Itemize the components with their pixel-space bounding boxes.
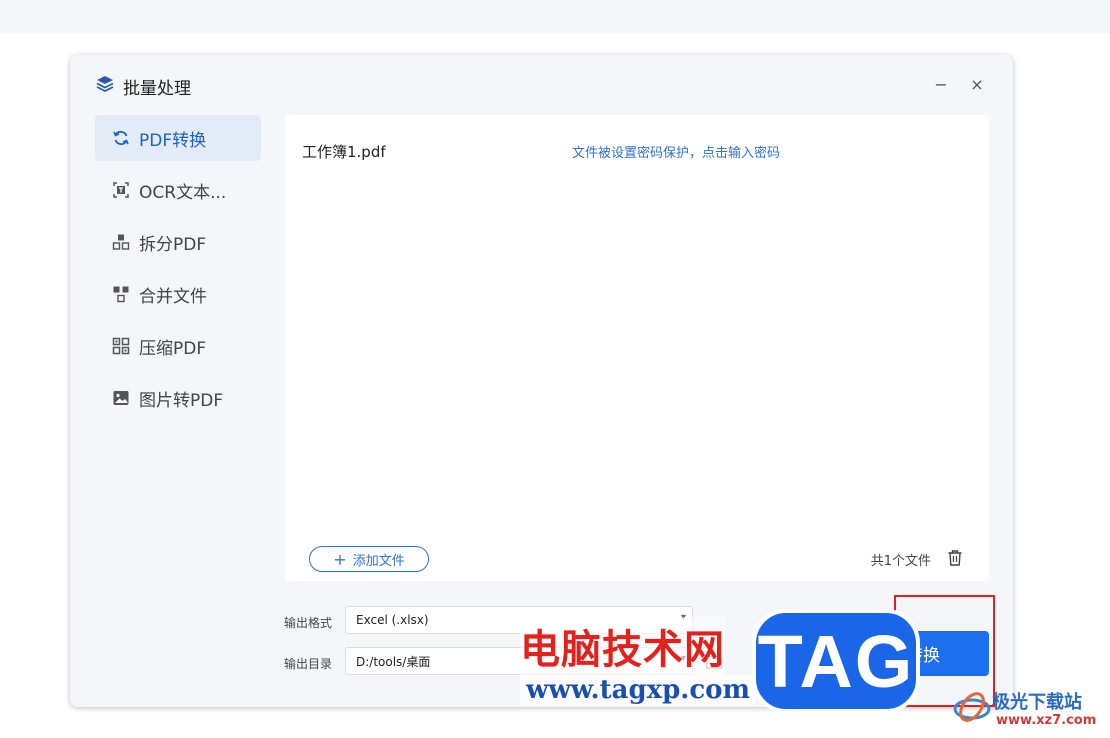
site-logo-icon: [952, 687, 992, 727]
file-name: 工作簿1.pdf: [302, 143, 386, 161]
ocr-text-icon: [111, 180, 131, 200]
close-button[interactable]: ×: [966, 73, 988, 95]
split-icon: [111, 232, 131, 252]
compress-icon: [111, 336, 131, 356]
add-file-button[interactable]: + 添加文件: [309, 546, 429, 572]
output-dir-value: D:/tools/桌面: [356, 654, 431, 669]
sidebar-item-label: 拆分PDF: [139, 234, 207, 255]
sidebar-item-label: 合并文件: [139, 286, 207, 307]
sidebar-item-ocr[interactable]: OCR文本...: [95, 167, 261, 213]
sidebar-item-label: 压缩PDF: [139, 338, 207, 359]
image-icon: [111, 388, 131, 408]
site-url: www.xz7.com: [996, 713, 1097, 728]
watermark-url: www.tagxp.com: [520, 675, 757, 705]
sidebar-item-label: OCR文本...: [139, 182, 227, 203]
sidebar-item-image-to-pdf[interactable]: 图片转PDF: [95, 375, 261, 421]
password-prompt-link[interactable]: 文件被设置密码保护，点击输入密码: [572, 142, 780, 161]
refresh-icon: [111, 128, 131, 148]
sidebar-item-pdf-convert[interactable]: PDF转换: [95, 115, 261, 161]
minimize-button[interactable]: −: [930, 73, 952, 95]
dialog-title: 批量处理: [123, 78, 191, 99]
sidebar-item-merge[interactable]: 合并文件: [95, 271, 261, 317]
sidebar-item-label: 图片转PDF: [139, 390, 224, 411]
plus-icon: +: [333, 549, 347, 569]
file-count: 共1个文件: [870, 554, 931, 569]
trash-icon[interactable]: [947, 549, 963, 567]
top-bar: [0, 0, 1110, 33]
site-name: 极光下载站: [992, 692, 1082, 713]
file-list-panel: 工作簿1.pdf 文件被设置密码保护，点击输入密码 + 添加文件 共1个文件: [285, 115, 989, 581]
add-file-label: 添加文件: [352, 553, 405, 569]
dialog-title-row: 批量处理: [95, 74, 191, 99]
merge-icon: [111, 284, 131, 304]
watermark-text: 电脑技术网: [520, 617, 725, 675]
file-row[interactable]: 工作簿1.pdf 文件被设置密码保护，点击输入密码: [302, 141, 982, 165]
sidebar-item-split[interactable]: 拆分PDF: [95, 219, 261, 265]
output-format-label: 输出格式: [284, 616, 333, 630]
output-dir-label: 输出目录: [284, 657, 333, 671]
sidebar: PDF转换 OCR文本... 拆分PDF 合并文件 压缩PDF 图片转PDF: [95, 115, 261, 427]
layers-icon: [95, 74, 115, 98]
sidebar-item-label: PDF转换: [139, 130, 207, 151]
output-format-value: Excel (.xlsx): [356, 613, 429, 627]
sidebar-item-compress[interactable]: 压缩PDF: [95, 323, 261, 369]
watermark-tag-logo: TAG: [752, 609, 920, 713]
